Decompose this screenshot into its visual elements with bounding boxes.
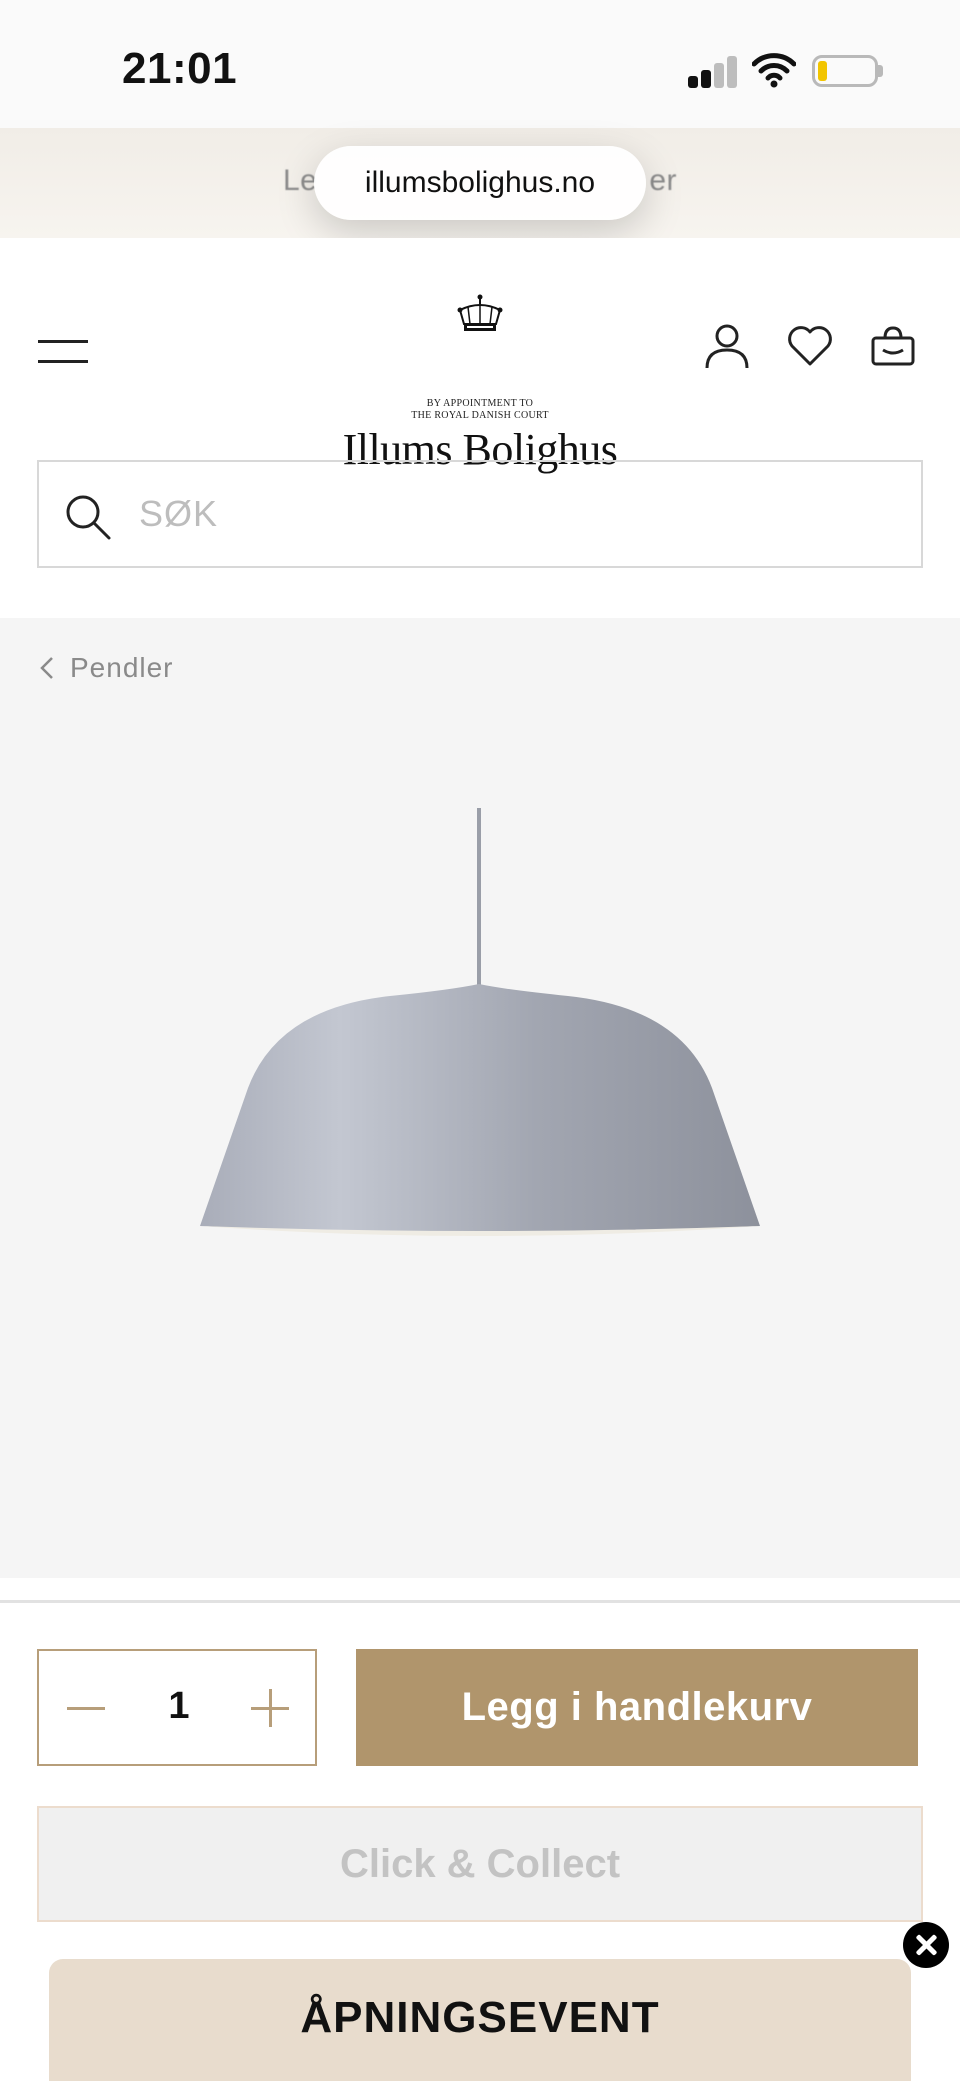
menu-icon[interactable] xyxy=(38,340,88,364)
promo-popup[interactable]: ÅPNINGSEVENT xyxy=(49,1959,911,2081)
quantity-value[interactable]: 1 xyxy=(139,1685,219,1728)
royal-appointment-text: BY APPOINTMENT TO THE ROYAL DANISH COURT xyxy=(411,398,549,421)
search-bar[interactable] xyxy=(37,460,923,568)
product-image-area: Pendler xyxy=(0,618,960,1578)
battery-icon xyxy=(812,55,878,87)
account-icon[interactable] xyxy=(703,322,751,370)
site-logo[interactable]: BY APPOINTMENT TO THE ROYAL DANISH COURT… xyxy=(330,294,630,474)
section-divider xyxy=(0,1600,960,1603)
heart-icon[interactable] xyxy=(786,322,834,370)
battery-level xyxy=(818,61,827,81)
battery-tip xyxy=(878,65,883,77)
status-time: 21:01 xyxy=(122,44,238,93)
site-header: BY APPOINTMENT TO THE ROYAL DANISH COURT… xyxy=(0,238,960,618)
royal-crown-icon xyxy=(457,294,503,331)
close-icon[interactable] xyxy=(903,1922,949,1968)
status-bar: 21:01 xyxy=(0,0,960,128)
search-input[interactable] xyxy=(139,482,879,546)
quantity-stepper[interactable]: 1 xyxy=(37,1649,317,1766)
breadcrumb-back-link[interactable]: Pendler xyxy=(38,652,174,684)
search-icon[interactable] xyxy=(63,492,113,542)
quantity-increase-button[interactable] xyxy=(251,1689,289,1727)
promo-title: ÅPNINGSEVENT xyxy=(300,1993,660,2042)
add-to-cart-button[interactable]: Legg i handlekurv xyxy=(356,1649,918,1766)
wifi-icon xyxy=(752,53,796,88)
quantity-decrease-button[interactable] xyxy=(67,1707,105,1710)
click-and-collect-button[interactable]: Click & Collect xyxy=(37,1806,923,1922)
browser-url-bar[interactable]: illumsbolighus.no xyxy=(314,146,646,220)
product-image-pendant-lamp[interactable] xyxy=(190,808,770,1408)
cellular-signal-icon xyxy=(688,56,738,88)
chevron-left-icon xyxy=(40,657,53,679)
basket-icon[interactable] xyxy=(869,322,917,370)
breadcrumb-label: Pendler xyxy=(70,652,174,683)
